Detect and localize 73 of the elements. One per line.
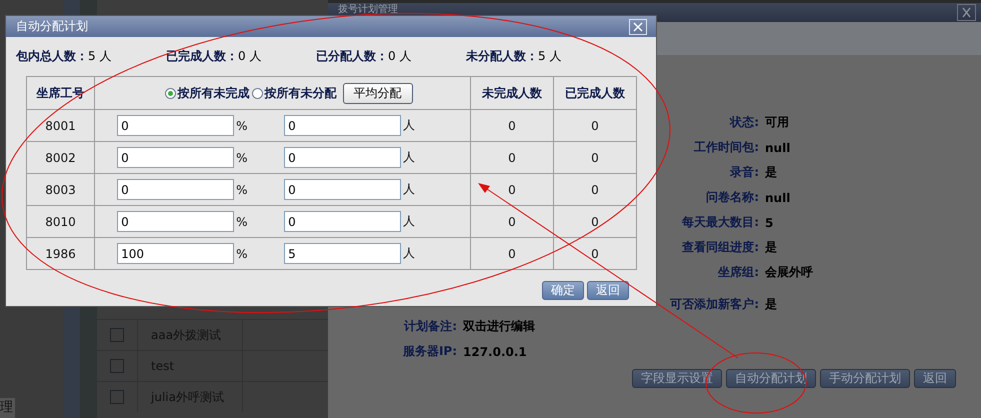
field-value: 是 — [765, 296, 778, 313]
field-label: 查看同组进度: — [681, 239, 760, 256]
radio-label: 按所有未分配 — [264, 84, 337, 102]
column-header: 已完成人数 — [553, 76, 636, 110]
table-cell: 8001 — [26, 110, 95, 142]
table-cell: 8003 — [26, 174, 95, 206]
table-cell: 0 — [553, 174, 636, 206]
stat-text: 未分配人数：5 人 — [466, 48, 562, 65]
field-label: 计划备注: — [402, 318, 458, 335]
table-cell: 0 — [470, 206, 554, 238]
field-label: 录音: — [729, 164, 760, 181]
unit-label: 人 — [402, 149, 416, 166]
window-title: 拨号计划管理 — [338, 4, 398, 15]
field-label: 工作时间包: — [693, 139, 760, 156]
stat-text: 已分配人数：0 人 — [316, 48, 412, 65]
unit-label: 人 — [402, 181, 416, 198]
table-cell: 0 — [470, 142, 554, 174]
unit-label: % — [235, 246, 249, 260]
row-checkbox[interactable] — [110, 328, 124, 342]
dialog-title: 自动分配计划 — [16, 18, 88, 35]
field-value: null — [765, 140, 792, 154]
table-cell: 0 — [553, 110, 636, 142]
table-cell: 0 — [553, 142, 636, 174]
field-label: 可否添加新客户: — [669, 296, 760, 313]
field-value: 可用 — [765, 114, 790, 131]
stat-text: 已完成人数：0 人 — [166, 48, 262, 65]
field-value: 是 — [765, 164, 778, 181]
field-value: 会展外呼 — [765, 264, 814, 281]
stat-text: 包内总人数：5 人 — [16, 48, 112, 65]
field-label: 每天最大数目: — [681, 214, 760, 231]
percent-field[interactable]: 100 — [117, 243, 234, 264]
row-checkbox[interactable] — [110, 359, 124, 373]
field-value: 127.0.0.1 — [463, 344, 528, 358]
table-cell: 0 — [553, 206, 636, 238]
count-field[interactable]: 0 — [284, 147, 402, 168]
unit-label: % — [235, 150, 249, 164]
table-cell: 0 — [470, 110, 554, 142]
percent-field[interactable]: 0 — [117, 147, 234, 168]
radio-button[interactable] — [164, 88, 176, 98]
unit-label: % — [235, 118, 249, 132]
table-cell: 0 — [470, 238, 554, 270]
count-field[interactable]: 0 — [284, 211, 402, 232]
field-label: 问卷名称: — [705, 189, 760, 206]
count-field[interactable]: 0 — [284, 115, 402, 136]
close-icon[interactable] — [957, 4, 976, 21]
field-value: 5 — [765, 216, 774, 230]
unit-label: % — [235, 182, 249, 196]
field-label: 坐席组: — [716, 264, 760, 281]
field-label: 状态: — [728, 114, 760, 131]
menu-text: 理 — [0, 398, 15, 418]
column-header: 坐席工号 — [26, 76, 95, 110]
unit-label: 人 — [402, 117, 416, 134]
distribute-button[interactable]: 平均分配 — [342, 82, 413, 104]
unit-label: % — [235, 214, 249, 228]
count-field[interactable]: 5 — [284, 243, 402, 264]
table-cell: 8002 — [26, 142, 95, 174]
radio-label: 按所有未完成 — [178, 84, 250, 102]
table-cell: 8010 — [26, 206, 95, 238]
percent-field[interactable]: 0 — [117, 115, 234, 136]
field-label: 服务器IP: — [402, 343, 458, 360]
row-checkbox[interactable] — [110, 390, 124, 404]
table-cell: 0 — [553, 238, 636, 270]
table-cell: 1986 — [26, 238, 95, 270]
field-value: 双击进行编辑 — [463, 318, 536, 335]
field-value: null — [765, 190, 792, 204]
unit-label: 人 — [402, 245, 416, 262]
count-field[interactable]: 0 — [284, 179, 402, 200]
unit-label: 人 — [402, 213, 416, 230]
field-value: 是 — [765, 239, 778, 256]
percent-field[interactable]: 0 — [117, 179, 234, 200]
column-header: 未完成人数 — [470, 76, 554, 110]
radio-button[interactable] — [252, 88, 263, 98]
percent-field[interactable]: 0 — [117, 211, 234, 232]
